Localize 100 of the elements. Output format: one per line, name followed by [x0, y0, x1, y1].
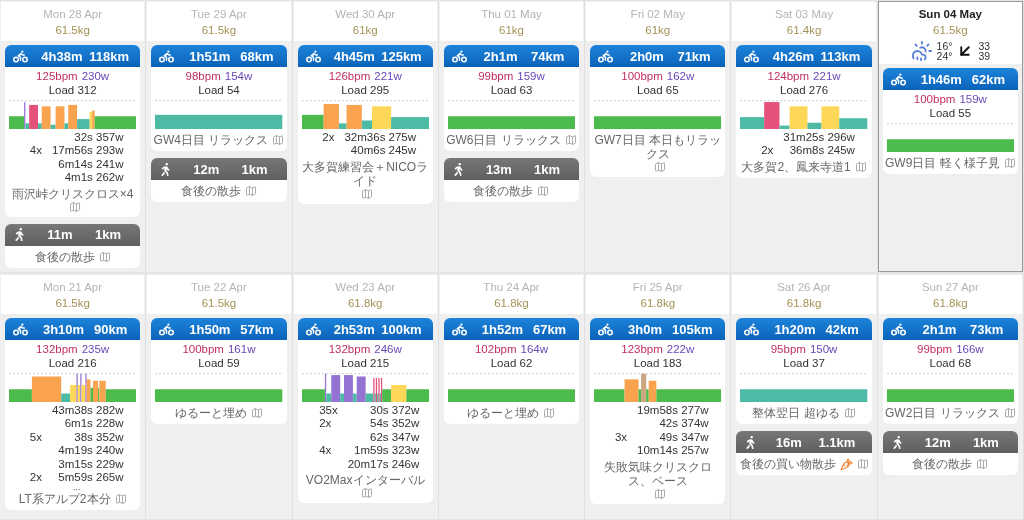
heart-rate: 99bpm [478, 69, 514, 83]
heart-rate: 123bpm [621, 342, 663, 356]
duration: 1h20m [774, 321, 816, 337]
duration: 12m [924, 434, 951, 450]
duration: 4h45m [333, 48, 375, 64]
map-icon[interactable] [543, 407, 556, 419]
interval-summary: 10m14s 257w [637, 444, 709, 458]
activity-card[interactable]: 1h20m 42km 95bpm 150w Load 37 整体翌日 超ゆる [736, 318, 872, 424]
activity-name: LT系アルプ2本分 [18, 492, 111, 507]
interval-summary: 6m1s 228w [63, 417, 124, 431]
map-icon[interactable] [856, 458, 869, 470]
body-weight: 61.5kg [55, 23, 90, 38]
activity-card[interactable]: 16m 1.1km 食後の買い物散歩 [736, 431, 872, 475]
map-icon[interactable] [244, 185, 257, 197]
activity-card[interactable]: 4h45m 125km 126bpm 221w Load 295 2x 32m36s 275w 40m6s 245w 大多賀練習会＋NICOライド [297, 45, 433, 204]
bicycle-icon [744, 321, 760, 337]
distance: 113km [820, 48, 861, 64]
date: Mon 21 Apr [43, 280, 103, 295]
map-icon[interactable] [250, 407, 263, 419]
distance: 71km [677, 48, 711, 64]
map-icon[interactable] [854, 160, 867, 173]
date: Thu 24 Apr [483, 280, 540, 295]
activity-name: VO2Maxインターバル [305, 473, 425, 488]
activity-card[interactable]: 12m 1km 食後の散歩 [882, 431, 1018, 475]
activity-card[interactable]: 4h26m 113km 124bpm 221w Load 276 31m25s 296w 2x 36m8s 245w 大多賀2、鳳来寺道1 [736, 45, 872, 178]
average-power: 159w [517, 69, 545, 83]
distance: 67km [532, 321, 567, 337]
activity-card[interactable]: 13m 1km 食後の散歩 [443, 158, 580, 202]
bicycle-icon [598, 48, 614, 64]
interval-summary: 36m8s 245w [788, 144, 855, 158]
map-icon[interactable] [68, 200, 81, 213]
heart-rate: 125bpm [36, 69, 78, 83]
activity-name: 食後の散歩 [180, 184, 241, 198]
activity-name: 雨沢峠クリスクロス×4 [11, 186, 134, 201]
map-icon[interactable] [843, 407, 856, 419]
activity-card[interactable]: 3h10m 90km 132bpm 235w Load 216 43m38s 282w 6m1s 228w 5x 38s 352w 4m19s 240w 3m15s 229w 2x 5m59s 265w ... LT系アルプ2本分 [5, 318, 141, 511]
map-icon[interactable] [272, 134, 285, 146]
bicycle-icon [159, 321, 175, 337]
heart-rate: 102bpm [474, 342, 517, 356]
activity-card[interactable]: 4h38m 118km 125bpm 230w Load 312 32s 357w 4x 17m56s 293w 6m14s 241w 4m1s 262w 雨沢峠クリスクロス×4 [5, 45, 141, 217]
map-icon[interactable] [1003, 407, 1016, 419]
interval-reps: 2x [29, 471, 42, 485]
map-icon[interactable] [361, 487, 374, 500]
map-icon[interactable] [537, 185, 550, 197]
heart-rate: 100bpm [913, 92, 956, 106]
walking-person-icon [13, 228, 26, 242]
activity-card[interactable]: 1h50m 57km 100bpm 161w Load 59 ゆるーと埋め [151, 318, 287, 424]
training-load: Load 63 [490, 83, 533, 97]
bicycle-icon [890, 321, 906, 337]
interval-summary: 49s 347w [658, 430, 709, 445]
activity-card[interactable]: 1h46m 62km 100bpm 159w Load 55 GW9日目 軽く様子見 [882, 68, 1018, 174]
training-load: Load 54 [198, 83, 240, 97]
activity-card[interactable]: 1h51m 68km 98bpm 154w Load 54 GW4日目 リラックス [151, 45, 287, 151]
date: Sun 04 May [918, 7, 982, 22]
average-power: 235w [81, 342, 110, 356]
activity-card[interactable]: 2h1m 73km 99bpm 166w Load 68 GW2日目 リラックス [882, 318, 1018, 424]
duration: 1h46m [920, 71, 962, 87]
average-power: 221w [813, 69, 841, 83]
interval-summary: 54s 352w [369, 417, 420, 431]
map-icon[interactable] [653, 161, 666, 173]
duration: 3h10m [42, 321, 85, 337]
activity-card[interactable]: 2h0m 71km 100bpm 162w Load 65 GW7日目 本日もリラックス [590, 45, 726, 177]
average-power: 154w [224, 69, 253, 83]
interval-summary: 4m1s 262w [63, 171, 124, 185]
map-icon[interactable] [114, 493, 127, 506]
activity-name: ゆるーと埋め [467, 406, 540, 420]
interval-summary: 62s 347w [369, 430, 420, 445]
activity-name: ゆるーと埋め [174, 406, 247, 420]
activity-name: 大多賀2、鳳来寺道1 [741, 159, 851, 174]
distance: 1km [972, 434, 999, 450]
average-power: 150w [809, 342, 838, 356]
body-weight: 61.5kg [201, 23, 237, 38]
activity-card[interactable]: 3h0m 105km 123bpm 222w Load 183 19m58s 277w 42s 374w 3x 49s 347w 10m14s 257w 失敗気味クリスクロス、ベース [590, 318, 726, 504]
more-intervals: ... [71, 484, 82, 491]
body-weight: 61kg [499, 23, 524, 38]
training-load: Load 215 [341, 356, 390, 370]
date: Tue 22 Apr [191, 280, 247, 295]
bicycle-icon [451, 321, 467, 337]
activity-card[interactable]: 1h52m 67km 102bpm 164w Load 62 ゆるーと埋め [443, 318, 580, 424]
map-icon[interactable] [653, 487, 666, 500]
map-icon[interactable] [564, 134, 577, 146]
distance: 57km [240, 321, 274, 337]
interval-summary: 4m19s 240w [57, 444, 124, 458]
duration: 3h0m [628, 321, 663, 337]
activity-card[interactable]: 2h1m 74km 99bpm 159w Load 63 GW6日目 リラックス [443, 45, 580, 151]
average-power: 221w [374, 69, 402, 83]
average-power: 246w [374, 342, 402, 356]
body-weight: 61.4kg [786, 23, 822, 38]
map-icon[interactable] [361, 187, 374, 200]
body-weight: 61.8kg [494, 296, 529, 311]
bicycle-icon [890, 71, 906, 87]
activity-card[interactable]: 12m 1km 食後の散歩 [151, 158, 287, 202]
body-weight: 61.5kg [933, 23, 968, 38]
map-icon[interactable] [1003, 157, 1016, 169]
interval-summary: 30s 372w [369, 404, 420, 418]
map-icon[interactable] [98, 250, 111, 263]
training-load: Load 59 [198, 356, 240, 370]
map-icon[interactable] [976, 458, 989, 470]
activity-card[interactable]: 11m 1km 食後の散歩 [5, 223, 141, 268]
activity-card[interactable]: 2h53m 100km 132bpm 246w Load 215 35x 30s 372w 2x 54s 352w 62s 347w 4x 1m59s 323w 20m17s 246w VO2Maxインターバル [297, 318, 433, 504]
